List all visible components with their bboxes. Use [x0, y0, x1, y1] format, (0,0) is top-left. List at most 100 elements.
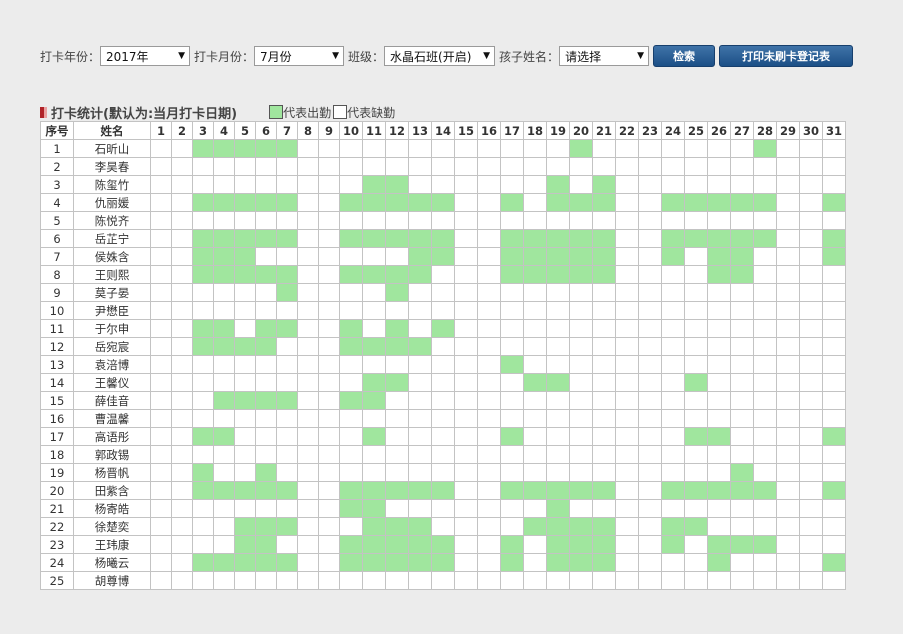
attendance-cell-absent [234, 319, 256, 338]
attendance-cell-absent [477, 409, 501, 428]
attendance-cell-absent [255, 283, 277, 302]
attendance-cell-present [385, 337, 409, 356]
attendance-cell-absent [523, 319, 547, 338]
attendance-cell-absent [500, 175, 524, 194]
attendance-cell-absent [297, 193, 319, 212]
attendance-cell-absent [171, 319, 193, 338]
row-index: 5 [40, 211, 74, 230]
attendance-cell-absent [523, 553, 547, 572]
attendance-cell-absent [615, 193, 639, 212]
attendance-cell-absent [318, 571, 340, 590]
print-unswiped-button[interactable]: 打印未刷卡登记表 [719, 45, 854, 67]
attendance-cell-present [255, 553, 277, 572]
attendance-cell-absent [799, 301, 823, 320]
attendance-cell-absent [276, 211, 298, 230]
attendance-cell-absent [661, 211, 685, 230]
attendance-cell-absent [776, 571, 800, 590]
attendance-cell-absent [431, 175, 455, 194]
attendance-cell-absent [661, 499, 685, 518]
attendance-cell-present [385, 265, 409, 284]
header-day-1: 1 [150, 121, 172, 140]
attendance-cell-present [234, 391, 256, 410]
header-day-15: 15 [454, 121, 478, 140]
attendance-cell-present [408, 229, 432, 248]
attendance-cell-present [753, 229, 777, 248]
attendance-cell-absent [661, 139, 685, 158]
row-index: 16 [40, 409, 74, 428]
attendance-cell-present [661, 481, 685, 500]
year-select[interactable]: 2017年 ▼ [100, 46, 191, 66]
attendance-cell-absent [569, 499, 593, 518]
attendance-cell-absent [454, 157, 478, 176]
attendance-cell-absent [297, 283, 319, 302]
attendance-cell-present [753, 535, 777, 554]
attendance-cell-absent [454, 319, 478, 338]
attendance-cell-present [192, 139, 214, 158]
attendance-cell-present [431, 193, 455, 212]
row-index: 14 [40, 373, 74, 392]
attendance-cell-absent [615, 319, 639, 338]
attendance-cell-absent [707, 409, 731, 428]
attendance-cell-absent [500, 445, 524, 464]
attendance-cell-absent [822, 301, 846, 320]
header-day-23: 23 [638, 121, 662, 140]
attendance-cell-absent [408, 283, 432, 302]
attendance-cell-absent [661, 463, 685, 482]
attendance-cell-absent [150, 445, 172, 464]
attendance-cell-absent [615, 229, 639, 248]
attendance-cell-absent [477, 175, 501, 194]
attendance-cell-absent [569, 445, 593, 464]
attendance-cell-absent [638, 283, 662, 302]
attendance-cell-absent [799, 409, 823, 428]
attendance-cell-absent [408, 319, 432, 338]
attendance-cell-absent [318, 391, 340, 410]
chevron-down-icon: ▼ [332, 51, 340, 61]
attendance-cell-absent [192, 391, 214, 410]
attendance-cell-present [255, 139, 277, 158]
attendance-cell-absent [523, 391, 547, 410]
attendance-cell-present [661, 517, 685, 536]
attendance-cell-absent [339, 283, 363, 302]
attendance-cell-absent [318, 139, 340, 158]
attendance-cell-absent [276, 157, 298, 176]
child-name: 于尔申 [73, 319, 151, 338]
attendance-cell-absent [684, 175, 708, 194]
attendance-cell-absent [592, 283, 616, 302]
table-row: 11 于尔申 [40, 319, 846, 338]
month-select[interactable]: 7月份 ▼ [254, 46, 345, 66]
attendance-cell-absent [523, 211, 547, 230]
child-name-select[interactable]: 请选择 ▼ [559, 46, 650, 66]
attendance-cell-absent [615, 373, 639, 392]
attendance-cell-absent [799, 445, 823, 464]
attendance-cell-absent [431, 139, 455, 158]
row-index: 21 [40, 499, 74, 518]
child-name: 徐楚奕 [73, 517, 151, 536]
attendance-cell-present [546, 553, 570, 572]
attendance-cell-absent [362, 445, 386, 464]
attendance-cell-absent [638, 553, 662, 572]
attendance-cell-present [255, 193, 277, 212]
table-row: 10 尹懋臣 [40, 301, 846, 320]
attendance-cell-absent [661, 427, 685, 446]
attendance-cell-absent [150, 409, 172, 428]
attendance-cell-absent [776, 499, 800, 518]
attendance-cell-absent [362, 463, 386, 482]
attendance-cell-present [234, 535, 256, 554]
attendance-cell-absent [192, 535, 214, 554]
attendance-cell-absent [362, 247, 386, 266]
attendance-cell-present [255, 481, 277, 500]
attendance-cell-absent [684, 553, 708, 572]
attendance-cell-present [255, 337, 277, 356]
search-button[interactable]: 检索 [653, 45, 716, 67]
attendance-cell-present [339, 193, 363, 212]
attendance-cell-absent [362, 211, 386, 230]
attendance-cell-present [362, 373, 386, 392]
attendance-cell-absent [707, 139, 731, 158]
attendance-cell-absent [707, 157, 731, 176]
attendance-cell-absent [638, 481, 662, 500]
class-select[interactable]: 水晶石班(开启) ▼ [384, 46, 496, 66]
attendance-cell-absent [408, 139, 432, 158]
attendance-cell-present [276, 265, 298, 284]
attendance-cell-absent [192, 445, 214, 464]
attendance-cell-absent [661, 571, 685, 590]
